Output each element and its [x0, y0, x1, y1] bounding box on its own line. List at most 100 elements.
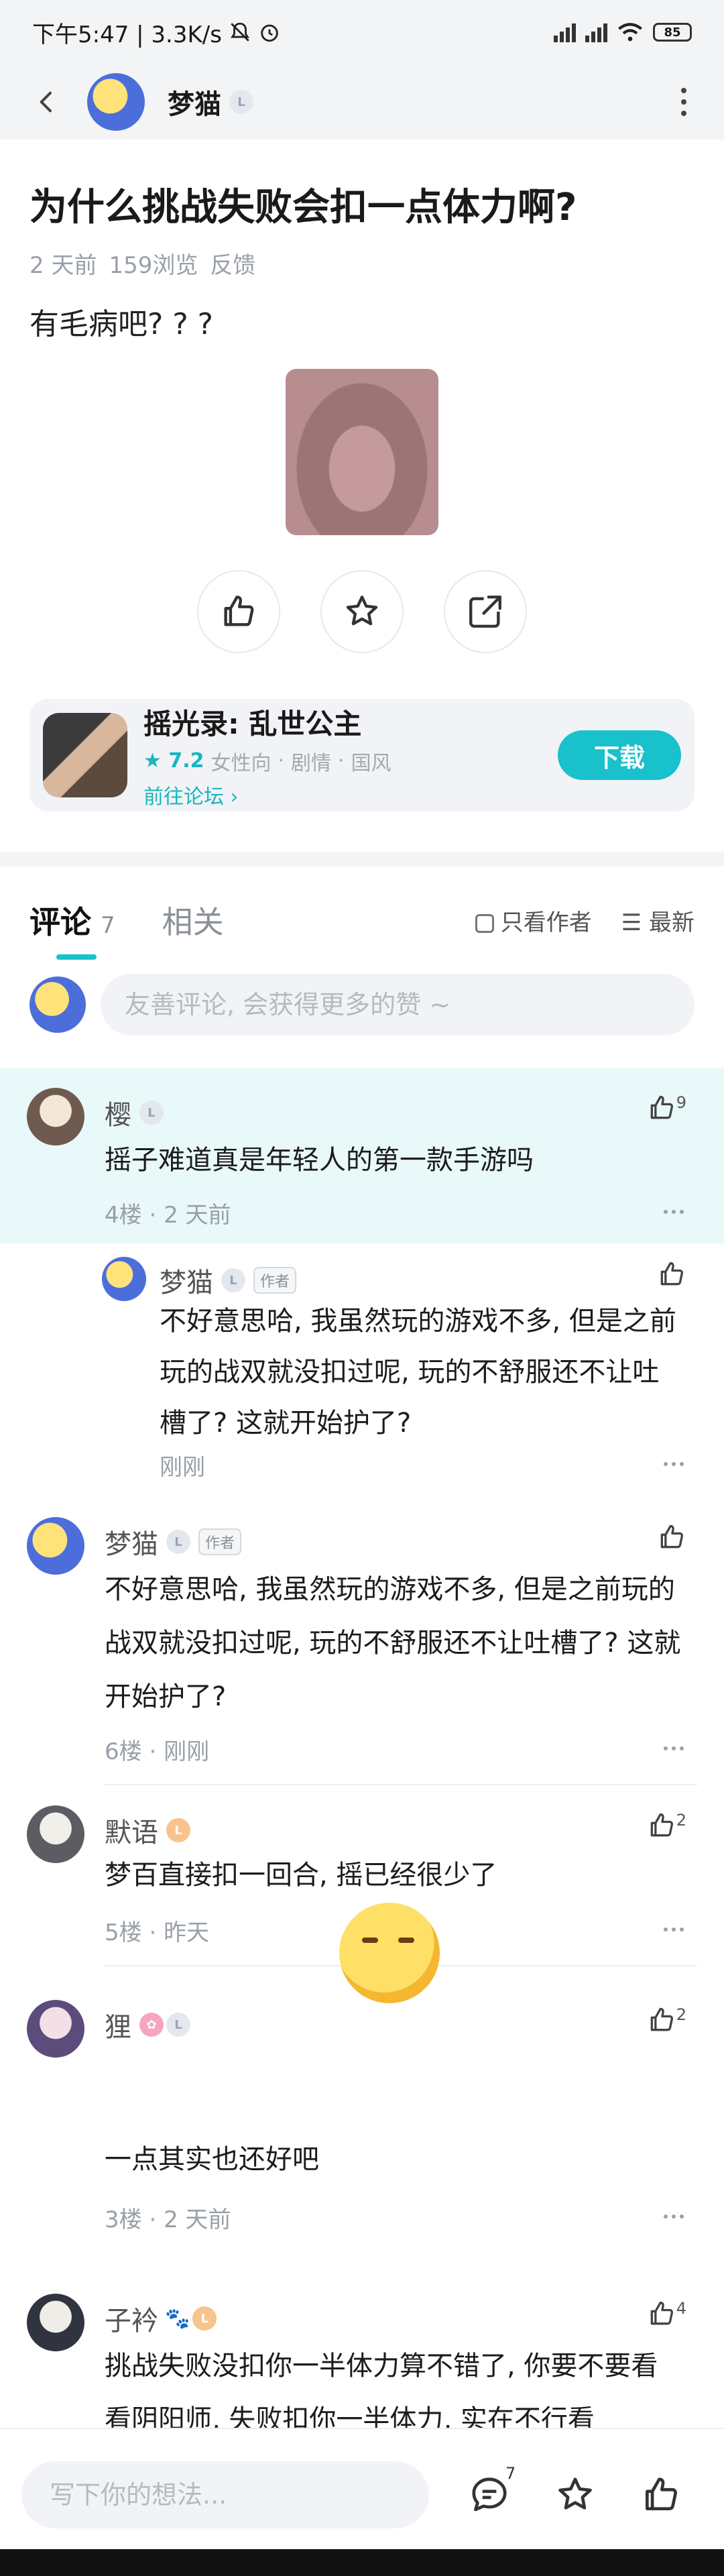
comment-like-button[interactable]: 2 — [647, 1811, 686, 1840]
star-icon — [346, 596, 378, 626]
favorite-button[interactable] — [320, 570, 404, 653]
more-menu-button[interactable] — [670, 88, 697, 116]
reply-more-button[interactable] — [664, 1462, 684, 1466]
game-card[interactable]: 摇光录: 乱世公主 ★ 7.2 女性向 · 剧情 · 国风 前往论坛 › 下载 — [29, 699, 695, 811]
tab-related[interactable]: 相关 — [162, 898, 224, 942]
replier-avatar[interactable] — [102, 1257, 146, 1301]
comment-like-button[interactable]: 2 — [647, 2005, 686, 2035]
reply-time: 刚刚 — [160, 1454, 205, 1481]
comment-like-button[interactable]: 9 — [647, 1093, 686, 1123]
comment-like-button[interactable]: 4 — [647, 2299, 686, 2329]
comment-more-button[interactable] — [664, 1927, 684, 1931]
commenter-avatar[interactable] — [27, 1088, 84, 1145]
status-bar: 下午5:47 | 3.3K/s 85 — [0, 0, 724, 64]
reply-item: 梦猫 L 作者 不好意思哈, 我虽然玩的游戏不多, 但是之前玩的战双就没扣过呢,… — [102, 1243, 697, 1485]
commenter-name[interactable]: 子衿 — [105, 2299, 158, 2338]
share-button[interactable] — [444, 570, 527, 653]
comment-count-badge: 7 — [505, 2464, 516, 2483]
post-body: 有毛病吧? ? ? — [29, 307, 214, 341]
comments-button[interactable]: 7 — [464, 2464, 516, 2520]
author-avatar[interactable] — [87, 73, 145, 131]
post-card: 为什么挑战失败会扣一点体力啊? 2 天前 159浏览 反馈 有毛病吧? ? ? … — [0, 154, 724, 852]
level-badge: L — [166, 1530, 190, 1554]
comment-meta: 4楼 · 2 天前 — [105, 1202, 231, 1229]
comment-count: 7 — [101, 912, 115, 939]
game-icon — [43, 713, 127, 797]
back-button[interactable] — [27, 82, 67, 122]
level-badge: L — [192, 2306, 217, 2331]
status-time: 下午5:47 | 3.3K/s — [32, 21, 222, 48]
post-meta: 2 天前 159浏览 反馈 — [29, 247, 695, 280]
sort-button[interactable]: ☰ 最新 — [621, 904, 695, 937]
comment-text: 摇子难道真是年轻人的第一款手游吗 — [105, 1145, 534, 1176]
post-actions — [0, 570, 724, 653]
author-name[interactable]: 梦猫 — [168, 82, 221, 121]
reply-text: 不好意思哈, 我虽然玩的游戏不多, 但是之前玩的战双就没扣过呢, 玩的不舒服还不… — [160, 1306, 676, 1439]
badge-icon: ✿ — [139, 2013, 164, 2037]
comment-item: 梦猫 L 作者 不好意思哈, 我虽然玩的游戏不多, 但是之前玩的战双就没扣过呢,… — [0, 1497, 724, 1785]
commenter-avatar[interactable] — [27, 1805, 84, 1863]
comment-text: 一点其实也还好吧 — [105, 2144, 319, 2175]
favorite-button[interactable] — [550, 2469, 601, 2520]
comment-like-button[interactable] — [657, 1522, 686, 1552]
comment-input[interactable] — [101, 974, 695, 1035]
post-image[interactable] — [286, 369, 438, 535]
game-tag: 国风 — [351, 751, 391, 775]
like-count: 2 — [676, 1811, 686, 1830]
level-badge: L — [221, 1268, 245, 1292]
page: 下午5:47 | 3.3K/s 85 梦猫 L 为什么挑战失败会扣一点体力啊? … — [0, 0, 724, 2576]
my-avatar — [29, 976, 86, 1033]
commenter-avatar[interactable] — [27, 2000, 84, 2058]
comment-more-button[interactable] — [664, 1210, 684, 1214]
signal-icon — [585, 22, 607, 42]
comment-more-button[interactable] — [664, 2215, 684, 2219]
comment-input-row — [29, 972, 695, 1037]
reply-like-button[interactable] — [657, 1259, 686, 1289]
thumbs-up-icon — [224, 596, 254, 626]
replier-name[interactable]: 梦猫 — [160, 1261, 213, 1300]
commenter-name[interactable]: 狸 — [105, 2005, 131, 2044]
commenter-avatar[interactable] — [27, 2294, 84, 2351]
signal-icon — [554, 22, 576, 42]
system-nav-bar — [0, 2549, 724, 2576]
feedback-link[interactable]: 反馈 — [210, 247, 255, 280]
author-tag: 作者 — [198, 1528, 242, 1555]
battery-icon: 85 — [653, 23, 692, 42]
tab-comments[interactable]: 评论 7 — [29, 898, 115, 960]
forum-link[interactable]: 前往论坛 › — [143, 780, 391, 809]
level-badge: L — [166, 2013, 190, 2037]
comment-meta: 5楼 · 昨天 — [105, 1919, 210, 1946]
comment-tabs: 评论 7 相关 只看作者 ☰ 最新 — [29, 887, 695, 960]
post-title: 为什么挑战失败会扣一点体力啊? — [29, 186, 577, 229]
status-left: 下午5:47 | 3.3K/s — [32, 16, 281, 49]
comments-section: 评论7 相关 只看作者 ☰ 最新 樱 L 9 摇子难道真是年轻人的第一款手游吗 — [0, 852, 724, 2435]
game-name: 摇光录: 乱世公主 — [143, 707, 362, 740]
commenter-name[interactable]: 梦猫 — [105, 1522, 158, 1561]
comment-bubble-icon — [472, 2477, 507, 2512]
commenter-name[interactable]: 默语 — [105, 1811, 158, 1850]
author-tag: 作者 — [253, 1267, 297, 1294]
comment-text: 梦百直接扣一回合, 摇已经很少了 — [105, 1860, 497, 1891]
like-count: 4 — [676, 2299, 686, 2318]
like-button[interactable] — [636, 2469, 686, 2520]
commenter-header: 默语 L — [105, 1811, 190, 1850]
thumbs-up-icon — [646, 2477, 677, 2510]
thumbs-up-icon — [650, 1813, 673, 1837]
download-button[interactable]: 下载 — [558, 730, 681, 780]
comment-text: 不好意思哈, 我虽然玩的游戏不多, 但是之前玩的战双就没扣过呢, 玩的不舒服还不… — [105, 1574, 681, 1712]
thumbs-up-icon — [650, 1095, 673, 1119]
commenter-avatar[interactable] — [27, 1517, 84, 1575]
like-count: 9 — [676, 1093, 686, 1112]
replier-header: 梦猫 L 作者 — [160, 1261, 297, 1300]
thinking-emoji-icon — [339, 1903, 440, 2003]
level-badge: L — [139, 1101, 164, 1125]
thumbs-up-icon — [650, 2301, 673, 2325]
reply-input[interactable] — [21, 2461, 429, 2528]
chevron-right-icon: › — [230, 785, 239, 809]
only-author-toggle[interactable]: 只看作者 — [475, 904, 592, 937]
comment-item: 狸 ✿ L 2 一点其实也还好吧 3楼 · 2 天前 — [0, 1986, 724, 2288]
comment-more-button[interactable] — [664, 1746, 684, 1750]
like-button[interactable] — [197, 570, 280, 653]
thumbs-up-icon — [660, 1262, 683, 1286]
commenter-name[interactable]: 樱 — [105, 1093, 131, 1132]
